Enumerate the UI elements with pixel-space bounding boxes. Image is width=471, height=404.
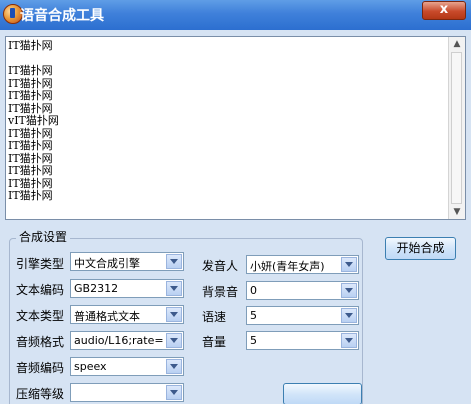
background-sound-value: 0 [250, 284, 257, 297]
volume-value: 5 [250, 334, 257, 347]
audio-format-value: audio/L16;rate= [74, 334, 164, 347]
scroll-thumb[interactable] [451, 52, 462, 204]
text-type-select[interactable]: 普通格式文本 [70, 305, 184, 324]
text-input-area[interactable]: IT猫扑网 IT猫扑网 IT猫扑网 IT猫扑网 IT猫扑网 vIT猫扑网 IT猫… [5, 36, 466, 220]
speaker-value: 小妍(青年女声) [250, 260, 325, 273]
text-encoding-select[interactable]: GB2312 [70, 279, 184, 298]
compress-level-select[interactable] [70, 383, 184, 402]
text-content[interactable]: IT猫扑网 IT猫扑网 IT猫扑网 IT猫扑网 IT猫扑网 vIT猫扑网 IT猫… [8, 39, 449, 203]
vertical-scrollbar[interactable]: ▲ ▼ [448, 37, 465, 219]
speed-value: 5 [250, 309, 257, 322]
settings-group-title: 合成设置 [16, 228, 71, 245]
engine-type-label: 引擎类型 [16, 257, 65, 271]
speaker-select[interactable]: 小妍(青年女声) [246, 255, 359, 274]
chevron-down-icon[interactable] [166, 359, 182, 374]
chevron-down-icon[interactable] [341, 308, 357, 323]
volume-label: 音量 [202, 335, 227, 349]
chevron-down-icon[interactable] [341, 257, 357, 272]
chevron-down-icon[interactable] [166, 307, 182, 322]
action-button[interactable] [283, 383, 362, 404]
audio-codec-label: 音频编码 [16, 361, 65, 375]
compress-level-label: 压缩等级 [16, 387, 65, 401]
close-button[interactable]: x [422, 1, 466, 20]
speed-label: 语速 [202, 310, 227, 324]
chevron-down-icon[interactable] [341, 283, 357, 298]
speed-select[interactable]: 5 [246, 306, 359, 325]
text-type-label: 文本类型 [16, 309, 65, 323]
audio-codec-select[interactable]: speex [70, 357, 184, 376]
app-window: 语音合成工具 x IT猫扑网 IT猫扑网 IT猫扑网 IT猫扑网 IT猫扑网 v… [0, 0, 471, 404]
volume-select[interactable]: 5 [246, 331, 359, 350]
text-encoding-value: GB2312 [74, 282, 119, 295]
scroll-down-arrow-icon[interactable]: ▼ [449, 205, 465, 219]
background-sound-select[interactable]: 0 [246, 281, 359, 300]
engine-type-value: 中文合成引擎 [74, 257, 140, 270]
audio-codec-value: speex [74, 360, 107, 373]
text-encoding-label: 文本编码 [16, 283, 65, 297]
audio-format-label: 音频格式 [16, 335, 65, 349]
chevron-down-icon[interactable] [166, 254, 182, 269]
title-bar[interactable]: 语音合成工具 x [0, 0, 471, 30]
speaker-label: 发音人 [202, 259, 239, 273]
engine-type-select[interactable]: 中文合成引擎 [70, 252, 184, 271]
chevron-down-icon[interactable] [166, 385, 182, 400]
text-type-value: 普通格式文本 [74, 310, 140, 323]
audio-format-select[interactable]: audio/L16;rate= [70, 331, 184, 350]
chevron-down-icon[interactable] [166, 333, 182, 348]
start-synthesis-button[interactable]: 开始合成 [385, 237, 456, 260]
chevron-down-icon[interactable] [166, 281, 182, 296]
scroll-up-arrow-icon[interactable]: ▲ [449, 37, 465, 51]
chevron-down-icon[interactable] [341, 333, 357, 348]
window-title: 语音合成工具 [20, 8, 104, 24]
background-sound-label: 背景音 [202, 285, 239, 299]
